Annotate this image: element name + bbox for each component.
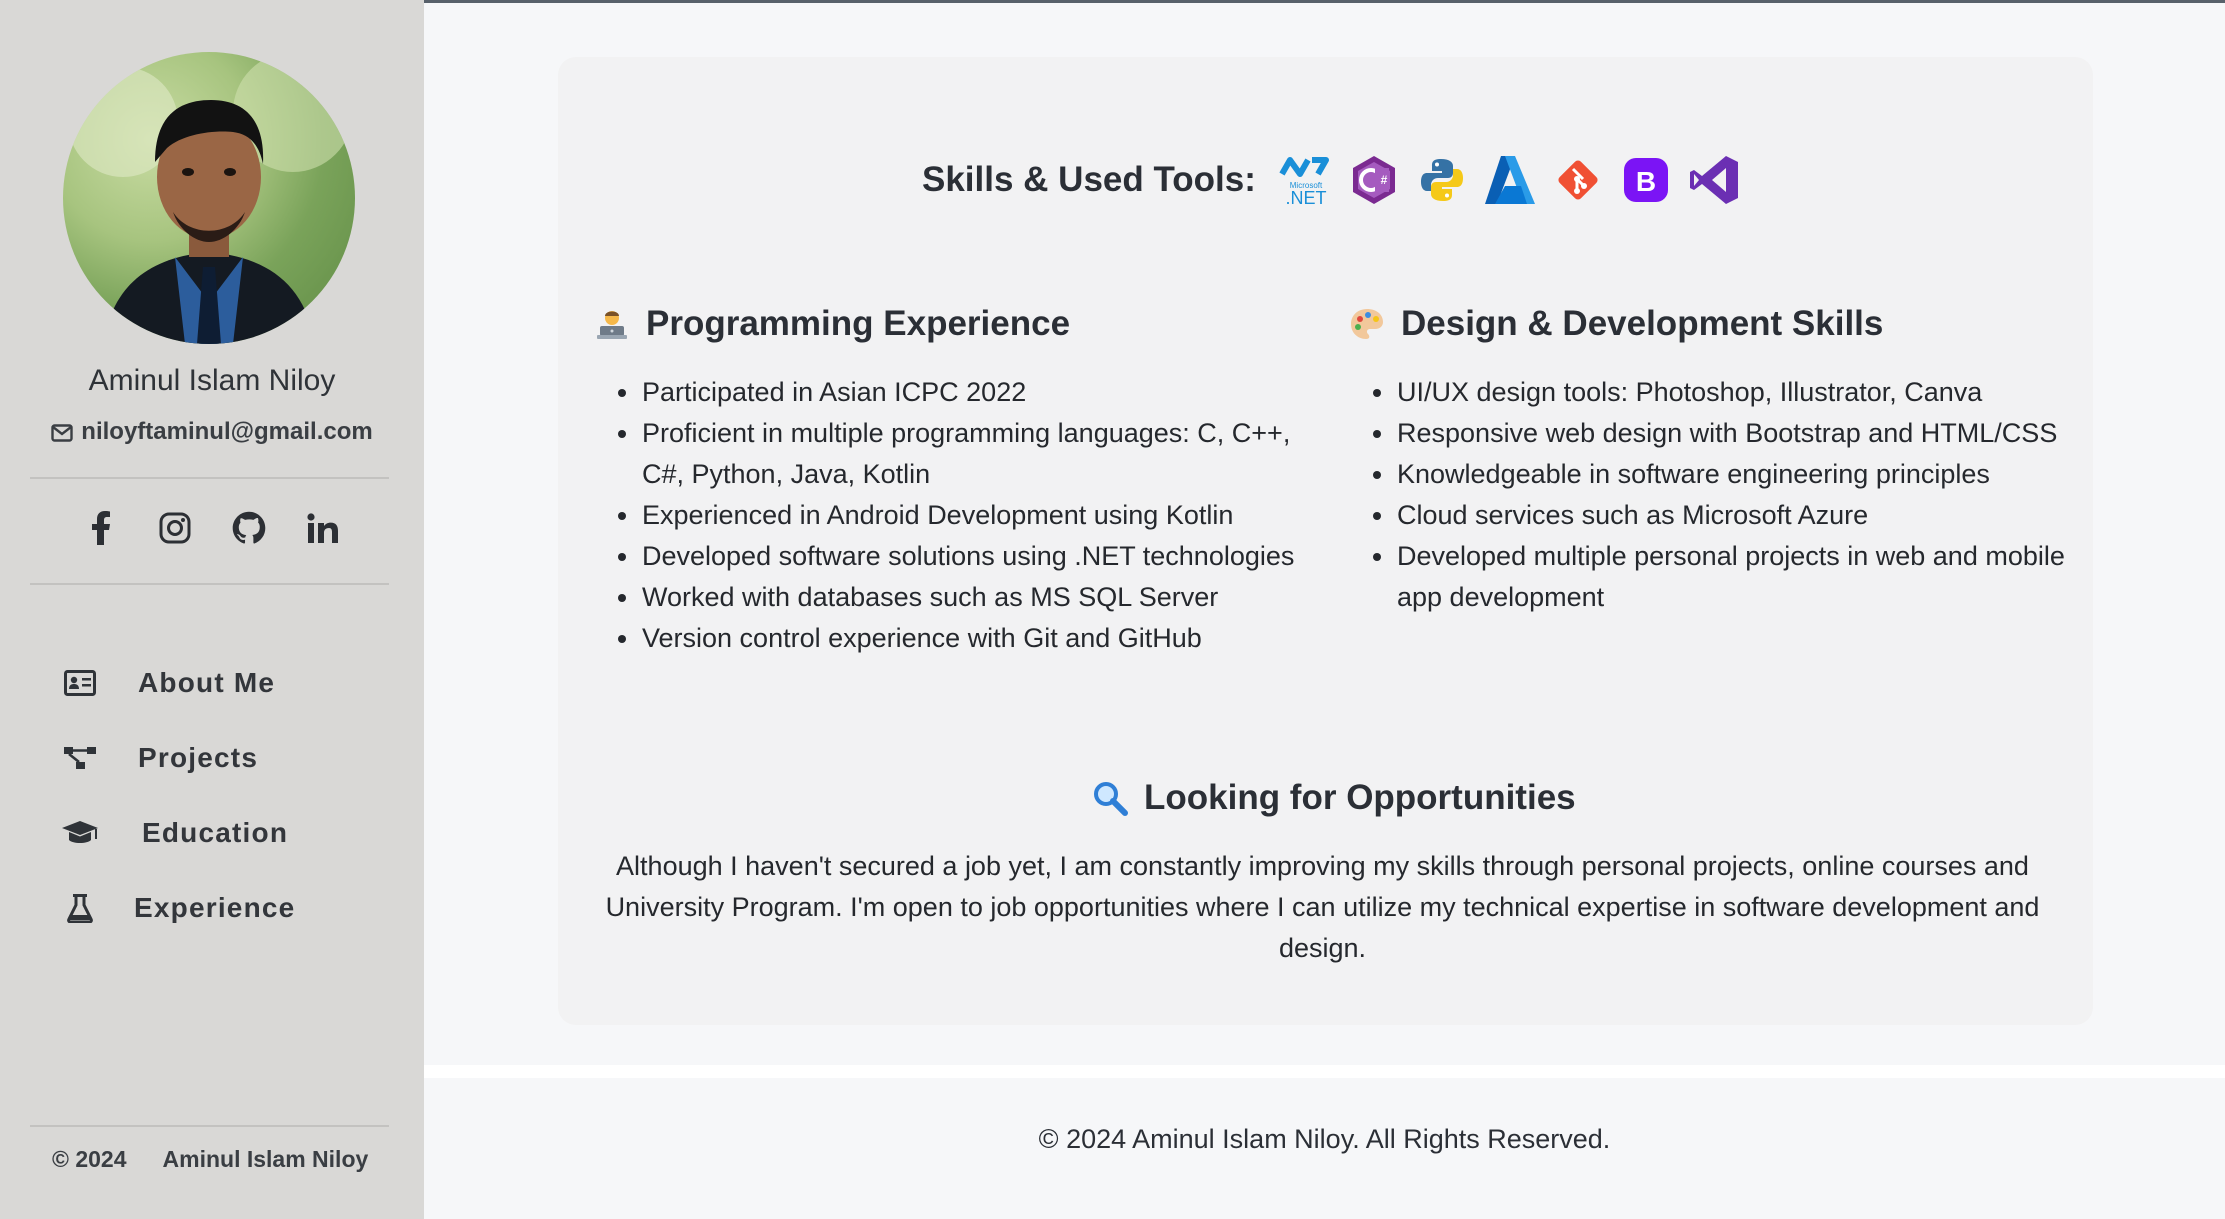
section-separator (424, 1065, 2225, 1078)
sidebar-footer: © 2024 Aminul Islam Niloy (52, 1146, 382, 1173)
list-item: Worked with databases such as MS SQL Ser… (618, 577, 1312, 618)
nav-label: Projects (138, 741, 259, 773)
list-item: Knowledgeable in software engineering pr… (1373, 454, 2067, 495)
svg-text:.NET: .NET (1285, 188, 1326, 208)
git-icon (1550, 152, 1606, 208)
github-icon[interactable] (230, 509, 268, 547)
list-item: Participated in Asian ICPC 2022 (618, 372, 1312, 413)
avatar (63, 52, 355, 344)
sidebar-footer-name: Aminul Islam Niloy (162, 1146, 369, 1172)
graduation-cap-icon (60, 813, 100, 853)
list-item: Cloud services such as Microsoft Azure (1373, 495, 2067, 536)
programming-experience-section: Programming Experience Participated in A… (592, 298, 1312, 659)
skills-header: Skills & Used Tools: Microsoft .NET # B (922, 150, 1742, 210)
opportunities-text: Although I haven't secured a job yet, I … (605, 851, 2040, 963)
instagram-icon[interactable] (156, 509, 194, 547)
sidebar-footer-year: © 2024 (52, 1146, 127, 1172)
palette-icon (1347, 304, 1387, 344)
divider (30, 1125, 389, 1127)
sidebar-nav: About Me Projects Education Experience (60, 645, 400, 945)
divider (30, 477, 389, 479)
design-skills-heading: Design & Development Skills (1347, 298, 2067, 350)
bootstrap-icon: B (1618, 152, 1674, 208)
nav-label: Education (142, 816, 289, 848)
opportunities-heading: Looking for Opportunities (1090, 770, 1576, 826)
design-list: UI/UX design tools: Photoshop, Illustrat… (1347, 372, 2067, 618)
list-item: Developed multiple personal projects in … (1373, 536, 2067, 618)
programming-experience-heading: Programming Experience (592, 298, 1312, 350)
nav-item-about-me[interactable]: About Me (60, 645, 400, 720)
profile-photo (68, 52, 353, 344)
list-item: Developed software solutions using .NET … (618, 536, 1312, 577)
divider (30, 583, 389, 585)
svg-text:B: B (1636, 166, 1656, 197)
nav-label: Experience (134, 891, 296, 923)
python-icon (1414, 152, 1470, 208)
nav-item-experience[interactable]: Experience (60, 870, 400, 945)
footer-copyright: © 2024 Aminul Islam Niloy. All Rights Re… (1038, 1124, 1611, 1154)
social-links (0, 509, 424, 547)
project-diagram-icon (60, 738, 100, 778)
nav-item-projects[interactable]: Projects (60, 720, 400, 795)
flask-icon (60, 888, 100, 928)
skills-title: Skills & Used Tools: (922, 160, 1256, 199)
design-skills-title: Design & Development Skills (1401, 304, 1884, 343)
list-item: Experienced in Android Development using… (618, 495, 1312, 536)
profile-name: Aminul Islam Niloy (88, 364, 336, 397)
programming-experience-title: Programming Experience (646, 304, 1071, 343)
azure-icon (1482, 152, 1538, 208)
opportunities-title: Looking for Opportunities (1144, 778, 1576, 817)
email-text: niloyftaminul@gmail.com (81, 418, 373, 445)
list-item: Proficient in multiple programming langu… (618, 413, 1312, 495)
list-item: Version control experience with Git and … (618, 618, 1312, 659)
dotnet-icon: Microsoft .NET (1278, 152, 1334, 208)
visual-studio-icon (1686, 152, 1742, 208)
design-skills-section: Design & Development Skills UI/UX design… (1347, 298, 2067, 618)
list-item: UI/UX design tools: Photoshop, Illustrat… (1373, 372, 2067, 413)
linkedin-icon[interactable] (304, 509, 342, 547)
programming-list: Participated in Asian ICPC 2022 Proficie… (592, 372, 1312, 659)
id-card-icon (60, 663, 100, 703)
profile-email[interactable]: niloyftaminul@gmail.com (0, 418, 424, 449)
nav-item-education[interactable]: Education (60, 795, 400, 870)
list-item: Responsive web design with Bootstrap and… (1373, 413, 2067, 454)
envelope-icon (51, 421, 73, 449)
csharp-icon: # (1346, 152, 1402, 208)
magnifier-icon (1090, 778, 1130, 818)
page-footer: © 2024 Aminul Islam Niloy. All Rights Re… (424, 1078, 2225, 1219)
technologist-icon (592, 304, 632, 344)
svg-text:#: # (1381, 173, 1388, 187)
sidebar: Aminul Islam Niloy niloyftaminul@gmail.c… (0, 0, 424, 1219)
facebook-icon[interactable] (82, 509, 120, 547)
nav-label: About Me (138, 666, 276, 698)
